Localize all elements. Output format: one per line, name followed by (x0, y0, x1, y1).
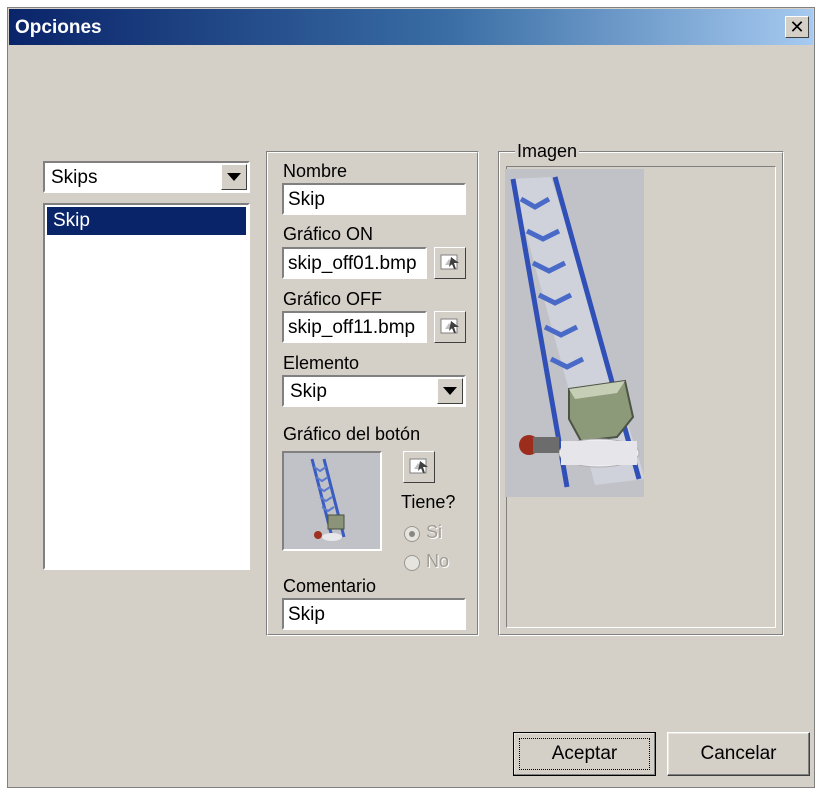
no-radio-label: No (426, 551, 450, 571)
grafico-on-input[interactable]: skip_off01.bmp (282, 247, 427, 279)
tiene-label: Tiene? (401, 492, 456, 512)
chevron-down-icon (227, 173, 241, 181)
nombre-label: Nombre (283, 161, 348, 181)
conveyor-thumbnail-image (310, 458, 346, 541)
grafico-on-label: Gráfico ON (283, 224, 374, 244)
grafico-boton-browse-button[interactable] (403, 451, 435, 483)
imagen-legend: Imagen (515, 141, 580, 162)
nombre-input[interactable]: Skip (282, 183, 466, 215)
nombre-input-value: Skip (288, 189, 325, 210)
grafico-off-browse-button[interactable] (434, 311, 466, 343)
chevron-down-icon (443, 387, 457, 395)
elemento-combo-dropdown-button[interactable] (437, 378, 463, 404)
browse-folder-icon (440, 318, 459, 334)
category-combo-value: Skips (51, 167, 98, 188)
elemento-combo-value: Skip (290, 381, 327, 402)
button-graphic-thumbnail (282, 451, 382, 551)
category-combo[interactable]: Skips (43, 161, 250, 193)
close-icon: ✕ (789, 17, 805, 37)
comentario-label: Comentario (283, 576, 377, 596)
si-radio-label: Si (426, 522, 443, 542)
skip-conveyor-preview (505, 169, 645, 497)
title-bar[interactable]: Opciones ✕ (9, 9, 813, 45)
grafico-off-input[interactable]: skip_off11.bmp (282, 311, 427, 343)
browse-folder-icon (440, 254, 459, 270)
cancelar-button[interactable]: Cancelar (667, 732, 810, 776)
si-radio[interactable] (404, 526, 420, 542)
cancelar-button-label: Cancelar (700, 743, 777, 764)
comentario-input-value: Skip (288, 604, 325, 625)
item-listbox[interactable]: Skip (43, 203, 250, 570)
grafico-off-label: Gráfico OFF (283, 289, 383, 309)
window-title: Opciones (15, 17, 102, 38)
category-combo-dropdown-button[interactable] (221, 164, 247, 190)
aceptar-button[interactable]: Aceptar (513, 732, 656, 776)
close-button[interactable]: ✕ (785, 16, 809, 38)
list-item[interactable]: Skip (47, 207, 246, 235)
grafico-on-browse-button[interactable] (434, 247, 466, 279)
comentario-input[interactable]: Skip (282, 598, 466, 630)
browse-folder-icon (409, 458, 428, 474)
grafico-boton-label: Gráfico del botón (283, 424, 421, 444)
elemento-combo[interactable]: Skip (282, 375, 466, 407)
grafico-off-input-value: skip_off11.bmp (288, 317, 416, 338)
grafico-on-input-value: skip_off01.bmp (288, 253, 417, 274)
no-radio[interactable] (404, 555, 420, 571)
conveyor-preview-image (510, 176, 645, 488)
elemento-label: Elemento (283, 353, 360, 373)
